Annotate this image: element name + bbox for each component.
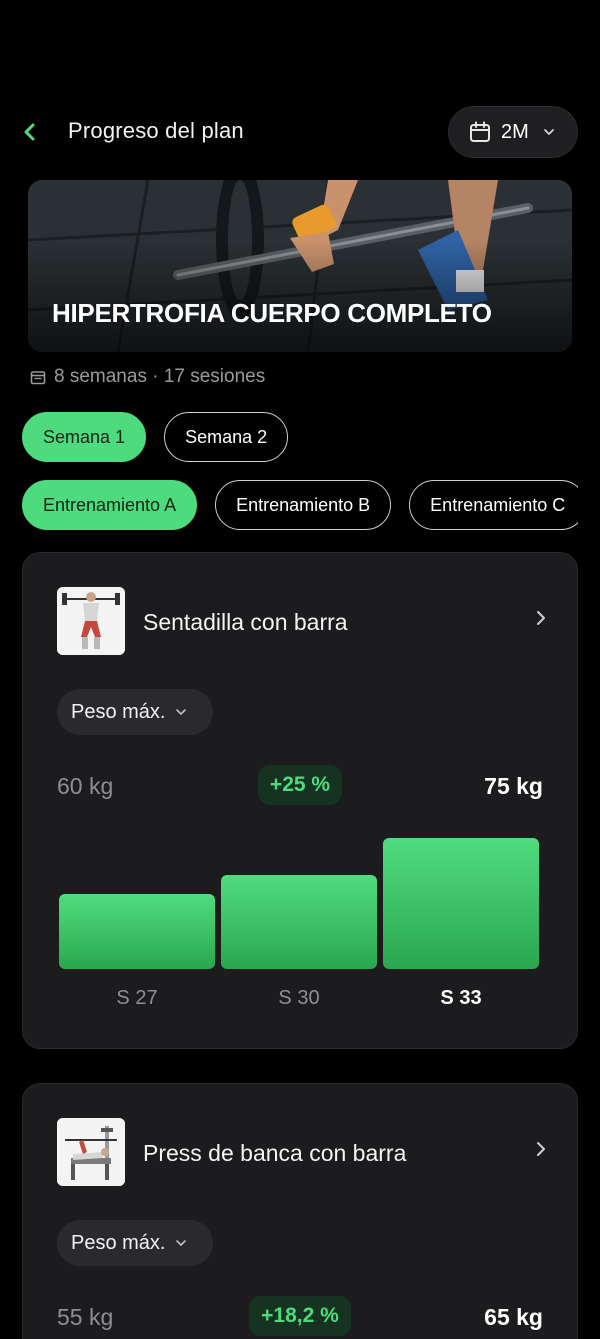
current-value: 65 kg [484, 1304, 543, 1330]
chevron-down-icon [176, 709, 187, 715]
metric-select[interactable]: Peso máx. [57, 689, 213, 735]
change-badge: +18,2 % [249, 1296, 351, 1336]
chevron-right-icon [537, 1142, 545, 1156]
squat-illustration [57, 587, 125, 655]
page-title: Progreso del plan [68, 118, 244, 143]
week-pill-1[interactable]: Semana 1 [22, 412, 147, 462]
change-badge: +25 % [257, 765, 343, 805]
exercise-thumbnail [57, 1118, 125, 1186]
exercise-name: Press de banca con barra [143, 1140, 407, 1166]
plan-meta-text: 8 semanas · 17 sesiones [54, 366, 266, 387]
chart-x-label: S 33 [440, 987, 482, 1009]
plan-meta: 8 semanas · 17 sesiones [30, 364, 265, 390]
week-selector: Semana 1 Semana 2 [22, 412, 289, 462]
calendar-icon [30, 371, 46, 385]
exercise-header[interactable]: Press de banca con barra [57, 1118, 547, 1188]
plan-hero-image: HIPERTROFIA CUERPO COMPLETO [28, 180, 572, 352]
exercise-thumbnail [57, 587, 125, 655]
chart-bar [59, 894, 215, 969]
week-pill-2[interactable]: Semana 2 [164, 412, 289, 462]
chart-bar [383, 838, 539, 969]
exercise-card: Sentadilla con barra Peso máx. 60 kg +25… [22, 552, 578, 1049]
metric-label: Peso máx. [71, 1231, 166, 1254]
exercise-header[interactable]: Sentadilla con barra [57, 587, 547, 657]
workout-pill-b[interactable]: Entrenamiento B [215, 480, 392, 530]
date-range-select[interactable]: 2M [448, 106, 578, 158]
chart-bar [221, 875, 377, 969]
workout-selector[interactable]: Entrenamiento A Entrenamiento B Entrenam… [22, 480, 578, 532]
chart-x-label: S 27 [116, 987, 158, 1009]
date-range-value: 2M [501, 120, 529, 143]
progress-summary: 55 kg +18,2 % 65 kg [57, 1296, 543, 1336]
start-value: 55 kg [57, 1304, 114, 1330]
progress-bar-chart [59, 815, 541, 973]
current-value: 75 kg [484, 773, 543, 799]
top-bar: Progreso del plan 2M [0, 106, 600, 158]
bench-press-illustration [57, 1118, 125, 1186]
progress-summary: 60 kg +25 % 75 kg [57, 765, 543, 805]
exercise-card: Press de banca con barra Peso máx. 55 kg… [22, 1083, 578, 1339]
chevron-left-icon [24, 123, 35, 141]
chevron-down-icon [543, 129, 554, 135]
metric-label: Peso máx. [71, 700, 166, 723]
chart-x-label: S 30 [278, 987, 320, 1009]
metric-select[interactable]: Peso máx. [57, 1220, 213, 1266]
exercise-name: Sentadilla con barra [143, 609, 348, 635]
plan-progress-screen: Progreso del plan 2M HIPERTROFIA CUERPO … [0, 0, 600, 1339]
chevron-right-icon [537, 611, 545, 625]
back-button[interactable] [14, 116, 46, 148]
plan-name: HIPERTROFIA CUERPO COMPLETO [52, 298, 492, 328]
calendar-icon [470, 121, 490, 142]
start-value: 60 kg [57, 773, 114, 799]
chevron-down-icon [176, 1240, 187, 1246]
workout-pill-a[interactable]: Entrenamiento A [22, 480, 198, 530]
workout-pill-c[interactable]: Entrenamiento C [409, 480, 578, 530]
